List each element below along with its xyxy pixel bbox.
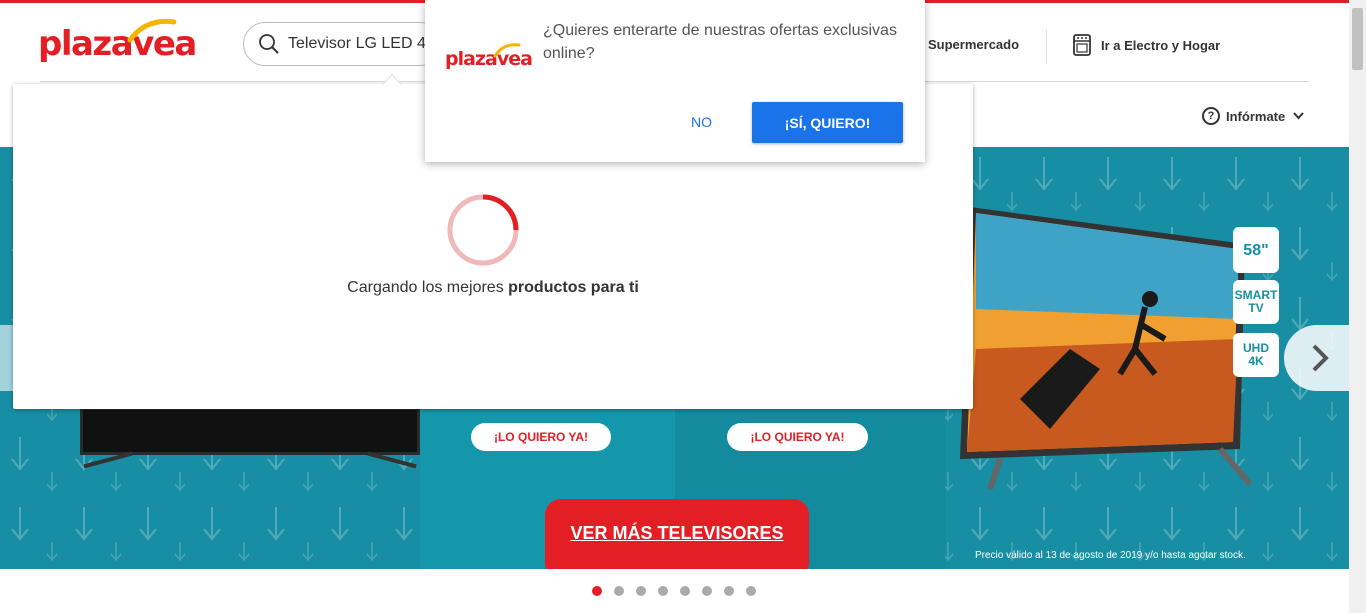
price-disclaimer: Precio válido al 13 de agosto de 2019 y/… xyxy=(975,550,1246,561)
carousel-dots xyxy=(592,586,756,596)
nav-divider xyxy=(1046,30,1047,64)
carousel-dot[interactable] xyxy=(614,586,624,596)
carousel-dot[interactable] xyxy=(592,586,602,596)
carousel-dot[interactable] xyxy=(746,586,756,596)
carousel-dot[interactable] xyxy=(680,586,690,596)
badge-uhd-line2: 4K xyxy=(1248,354,1264,368)
carousel-dot[interactable] xyxy=(724,586,734,596)
plazavea-logo[interactable]: plazavea xyxy=(38,14,197,66)
lo-quiero-button-1[interactable]: ¡LO QUIERO YA! xyxy=(471,423,611,451)
notification-no-button[interactable]: NO xyxy=(677,111,726,133)
help-icon: ? xyxy=(1202,107,1220,125)
notification-yes-button[interactable]: ¡SÍ, QUIERO! xyxy=(752,102,903,143)
badge-smart-line2: TV xyxy=(1248,301,1264,315)
informate-label: Infórmate xyxy=(1226,108,1286,124)
carousel-prev-button[interactable] xyxy=(0,325,13,391)
badge-58-inch: 58" xyxy=(1233,227,1279,273)
lo-quiero-button-2[interactable]: ¡LO QUIERO YA! xyxy=(727,423,868,451)
search-dropdown-notch xyxy=(382,74,402,94)
nav-electro-label: Ir a Electro y Hogar xyxy=(1101,37,1221,53)
tv-image-left xyxy=(80,407,420,469)
logo-swoosh-icon xyxy=(493,43,521,58)
stove-icon xyxy=(1073,34,1091,56)
scrollbar-thumb[interactable] xyxy=(1352,8,1363,70)
chevron-right-icon xyxy=(1312,344,1329,372)
loading-text-bold: productos para ti xyxy=(508,279,639,296)
page-scrollbar[interactable] xyxy=(1349,0,1366,613)
loading-text-prefix: Cargando los mejores xyxy=(347,279,509,296)
search-input[interactable] xyxy=(288,33,438,55)
informate-menu[interactable]: ? Infórmate xyxy=(1202,107,1304,125)
logo-swoosh-icon xyxy=(127,18,177,43)
ver-mas-televisores-button[interactable]: VER MÁS TELEVISORES xyxy=(545,499,809,569)
tv-image-right xyxy=(960,207,1253,490)
carousel-dot[interactable] xyxy=(658,586,668,596)
loading-text: Cargando los mejores productos para ti xyxy=(13,279,973,297)
nav-electro-hogar[interactable]: Ir a Electro y Hogar xyxy=(1072,33,1220,57)
carousel-dot[interactable] xyxy=(702,586,712,596)
badge-smart-tv: SMART TV xyxy=(1233,280,1279,324)
notification-prompt: plazavea ¿Quieres enterarte de nuestras … xyxy=(425,0,925,162)
chevron-down-icon xyxy=(1293,112,1304,120)
loading-spinner-icon xyxy=(447,194,519,266)
nav-supermercado[interactable]: Supermercado xyxy=(928,37,1019,52)
search-box[interactable] xyxy=(243,22,443,66)
search-icon[interactable] xyxy=(258,33,280,55)
notification-message: ¿Quieres enterarte de nuestras ofertas e… xyxy=(543,22,897,62)
badge-uhd-4k: UHD 4K xyxy=(1233,333,1279,377)
carousel-dot[interactable] xyxy=(636,586,646,596)
notification-logo: plazavea xyxy=(445,40,533,74)
